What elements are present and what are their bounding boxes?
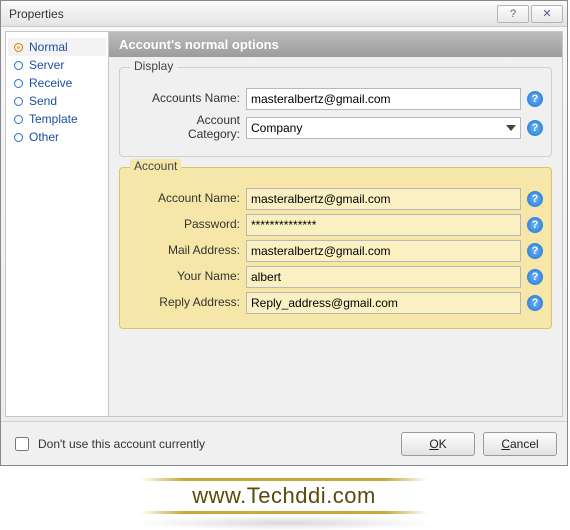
bullet-icon	[14, 115, 23, 124]
group-legend: Account	[130, 159, 181, 173]
cancel-button[interactable]: Cancel	[483, 432, 557, 456]
mail-address-label: Mail Address:	[128, 244, 246, 258]
bullet-icon	[14, 43, 23, 52]
sidebar-item-receive[interactable]: Receive	[8, 74, 106, 92]
window-title: Properties	[9, 7, 495, 21]
sidebar-item-send[interactable]: Send	[8, 92, 106, 110]
sidebar-item-label: Other	[29, 130, 59, 144]
accounts-name-input[interactable]	[246, 88, 521, 110]
sidebar-item-other[interactable]: Other	[8, 128, 106, 146]
sidebar-item-normal[interactable]: Normal	[8, 38, 106, 56]
watermark: www.Techddi.com	[0, 466, 568, 518]
reply-address-label: Reply Address:	[128, 296, 246, 310]
mail-address-input[interactable]	[246, 240, 521, 262]
help-icon[interactable]: ?	[527, 191, 543, 207]
help-button[interactable]: ?	[497, 5, 529, 23]
account-name-label: Account Name:	[128, 192, 246, 206]
account-category-select[interactable]: Company	[246, 117, 521, 139]
bullet-icon	[14, 61, 23, 70]
footer: Don't use this account currently OK Canc…	[1, 421, 567, 465]
sidebar-item-label: Server	[29, 58, 64, 72]
checkbox-text: Don't use this account currently	[38, 437, 205, 451]
main-panel: Account's normal options Display Account…	[109, 31, 563, 417]
help-icon[interactable]: ?	[527, 295, 543, 311]
account-group: Account Account Name: ? Password: ? Mail…	[119, 167, 552, 329]
section-header: Account's normal options	[109, 32, 562, 57]
your-name-label: Your Name:	[128, 270, 246, 284]
help-icon[interactable]: ?	[527, 120, 543, 136]
watermark-shadow	[135, 516, 435, 530]
account-category-label: Account Category:	[128, 114, 246, 142]
display-group: Display Accounts Name: ? Account Categor…	[119, 67, 552, 157]
account-name-input[interactable]	[246, 188, 521, 210]
sidebar-item-template[interactable]: Template	[8, 110, 106, 128]
your-name-input[interactable]	[246, 266, 521, 288]
password-label: Password:	[128, 218, 246, 232]
help-icon[interactable]: ?	[527, 269, 543, 285]
dont-use-checkbox-label[interactable]: Don't use this account currently	[11, 434, 393, 454]
help-icon[interactable]: ?	[527, 217, 543, 233]
sidebar-item-label: Template	[29, 112, 78, 126]
ok-button[interactable]: OK	[401, 432, 475, 456]
bullet-icon	[14, 133, 23, 142]
group-legend: Display	[130, 59, 177, 73]
close-button[interactable]: ✕	[531, 5, 563, 23]
accounts-name-label: Accounts Name:	[128, 92, 246, 106]
sidebar-item-label: Receive	[29, 76, 72, 90]
reply-address-input[interactable]	[246, 292, 521, 314]
sidebar: Normal Server Receive Send Template Othe…	[5, 31, 109, 417]
properties-dialog: Properties ? ✕ Normal Server Receive Sen…	[0, 0, 568, 466]
help-icon[interactable]: ?	[527, 91, 543, 107]
help-icon[interactable]: ?	[527, 243, 543, 259]
dont-use-checkbox[interactable]	[15, 437, 29, 451]
password-input[interactable]	[246, 214, 521, 236]
sidebar-item-label: Normal	[29, 40, 68, 54]
titlebar: Properties ? ✕	[1, 1, 567, 27]
sidebar-item-server[interactable]: Server	[8, 56, 106, 74]
bullet-icon	[14, 79, 23, 88]
sidebar-item-label: Send	[29, 94, 57, 108]
bullet-icon	[14, 97, 23, 106]
